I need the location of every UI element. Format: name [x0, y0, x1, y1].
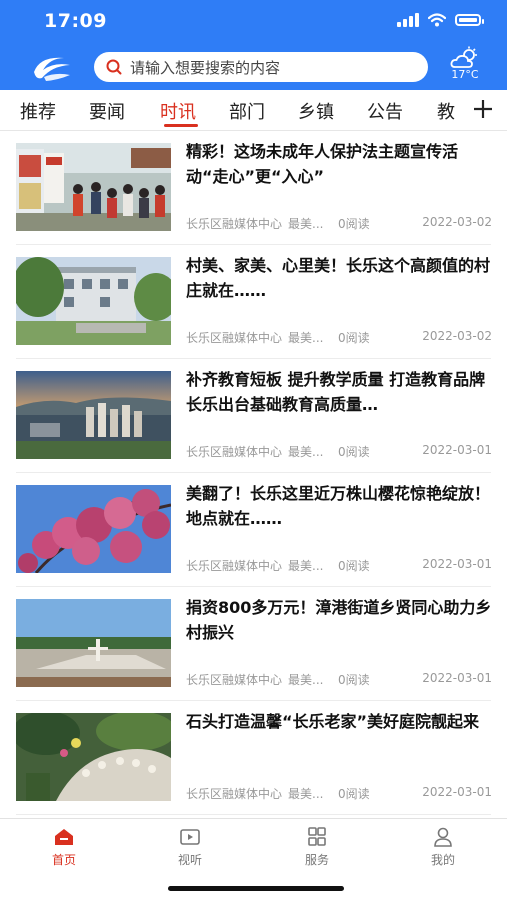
- article-reads: 0阅读: [338, 217, 370, 231]
- nav-home-label: 首页: [51, 853, 76, 867]
- search-placeholder: 请输入想要搜索的内容: [130, 58, 281, 77]
- article-title: 美翻了！长乐这里近万株山樱花惊艳绽放！地点就在……: [186, 484, 491, 528]
- nav-video-label: 视听: [177, 853, 202, 867]
- home-indicator: [168, 886, 344, 891]
- article-reads: 0阅读: [338, 331, 370, 345]
- tab-news-flash[interactable]: 时讯: [160, 98, 196, 124]
- status-bar: 17:09: [0, 0, 507, 44]
- nav-profile[interactable]: 我的: [408, 827, 478, 868]
- article-source: 长乐区融媒体中心: [186, 331, 283, 345]
- article-date: 2022-03-01: [422, 671, 492, 685]
- article-meta: 长乐区融媒体中心 最美... 0阅读 2022-03-02: [186, 329, 492, 346]
- article-meta: 长乐区融媒体中心 最美... 0阅读 2022-03-01: [186, 443, 492, 460]
- active-tab-indicator: [164, 124, 198, 127]
- list-item[interactable]: 精彩！这场未成年人保护法主题宣传活动“走心”更“入心” 长乐区融媒体中心 最美..…: [0, 131, 507, 245]
- app-logo-icon[interactable]: [30, 50, 74, 84]
- article-title: 村美、家美、心里美！长乐这个高颜值的村庄就在……: [186, 256, 491, 300]
- article-source: 长乐区融媒体中心: [186, 673, 283, 687]
- weather-temp: 17°C: [451, 68, 479, 81]
- article-source: 长乐区融媒体中心: [186, 559, 283, 573]
- tab-education[interactable]: 教: [437, 98, 455, 124]
- article-source: 长乐区融媒体中心: [186, 787, 283, 801]
- tab-recommend[interactable]: 推荐: [20, 98, 56, 124]
- search-icon: [106, 59, 122, 75]
- article-author: 最美...: [288, 445, 324, 459]
- article-source: 长乐区融媒体中心: [186, 217, 283, 231]
- nav-profile-label: 我的: [430, 853, 455, 867]
- nav-video[interactable]: 视听: [155, 827, 225, 868]
- article-thumbnail: [16, 599, 171, 687]
- list-item[interactable]: 石头打造温馨“长乐老家”美好庭院靓起来 长乐区融媒体中心 最美... 0阅读 202…: [0, 701, 507, 815]
- article-date: 2022-03-01: [422, 785, 492, 799]
- article-author: 最美...: [288, 559, 324, 573]
- article-date: 2022-03-02: [422, 329, 492, 343]
- article-reads: 0阅读: [338, 445, 370, 459]
- tab-departments[interactable]: 部门: [229, 98, 265, 124]
- article-author: 最美...: [288, 787, 324, 801]
- list-item[interactable]: 村美、家美、心里美！长乐这个高颜值的村庄就在…… 长乐区融媒体中心 最美... 0阅…: [0, 245, 507, 359]
- article-date: 2022-03-01: [422, 557, 492, 571]
- article-thumbnail: [16, 257, 171, 345]
- article-thumbnail: [16, 485, 171, 573]
- tab-announcements[interactable]: 公告: [367, 98, 403, 124]
- status-icons: [397, 13, 484, 27]
- article-meta: 长乐区融媒体中心 最美... 0阅读 2022-03-01: [186, 671, 492, 688]
- article-title: 捐资800多万元！漳港街道乡贤同心助力乡村振兴: [186, 598, 492, 642]
- article-thumbnail: [16, 713, 171, 801]
- article-thumbnail: [16, 143, 171, 231]
- tab-towns[interactable]: 乡镇: [298, 98, 334, 124]
- home-icon: [55, 829, 73, 845]
- article-author: 最美...: [288, 217, 324, 231]
- tab-headlines[interactable]: 要闻: [89, 98, 125, 124]
- channel-tabs: 推荐 要闻 时讯 部门 乡镇 公告 教: [0, 90, 507, 131]
- wifi-icon: [428, 13, 446, 27]
- article-title: 精彩！这场未成年人保护法主题宣传活动“走心”更“入心”: [186, 142, 459, 186]
- nav-services-label: 服务: [304, 853, 329, 867]
- article-author: 最美...: [288, 331, 324, 345]
- article-reads: 0阅读: [338, 673, 370, 687]
- article-date: 2022-03-02: [422, 215, 492, 229]
- article-date: 2022-03-01: [422, 443, 492, 457]
- video-icon: [180, 829, 200, 845]
- list-item[interactable]: 美翻了！长乐这里近万株山樱花惊艳绽放！地点就在…… 长乐区融媒体中心 最美... 0…: [0, 473, 507, 587]
- app-header: 17:09 请输入想要搜索的内容 17°C: [0, 0, 507, 90]
- search-input[interactable]: 请输入想要搜索的内容: [94, 52, 428, 82]
- article-author: 最美...: [288, 673, 324, 687]
- list-item[interactable]: 捐资800多万元！漳港街道乡贤同心助力乡村振兴 长乐区融媒体中心 最美... 0阅读…: [0, 587, 507, 701]
- article-title: 石头打造温馨“长乐老家”美好庭院靓起来: [186, 712, 480, 731]
- article-thumbnail: [16, 371, 171, 459]
- article-meta: 长乐区融媒体中心 最美... 0阅读 2022-03-02: [186, 215, 492, 232]
- add-channel-icon[interactable]: [472, 98, 494, 120]
- article-reads: 0阅读: [338, 787, 370, 801]
- article-title: 补齐教育短板 提升教学质量 打造教育品牌 长乐出台基础教育高质量…: [186, 370, 486, 414]
- weather-widget[interactable]: 17°C: [444, 46, 486, 86]
- article-meta: 长乐区融媒体中心 最美... 0阅读 2022-03-01: [186, 785, 492, 802]
- article-source: 长乐区融媒体中心: [186, 445, 283, 459]
- battery-icon: [455, 14, 484, 26]
- signal-icon: [397, 13, 419, 27]
- status-time: 17:09: [44, 10, 107, 32]
- article-reads: 0阅读: [338, 559, 370, 573]
- partly-cloudy-icon: [450, 46, 477, 68]
- list-item[interactable]: 补齐教育短板 提升教学质量 打造教育品牌 长乐出台基础教育高质量… 长乐区融媒体…: [0, 359, 507, 473]
- user-icon: [434, 827, 452, 847]
- nav-home[interactable]: 首页: [29, 827, 99, 868]
- divider: [16, 814, 491, 815]
- article-meta: 长乐区融媒体中心 最美... 0阅读 2022-03-01: [186, 557, 492, 574]
- grid-icon: [308, 827, 326, 846]
- nav-services[interactable]: 服务: [282, 827, 352, 868]
